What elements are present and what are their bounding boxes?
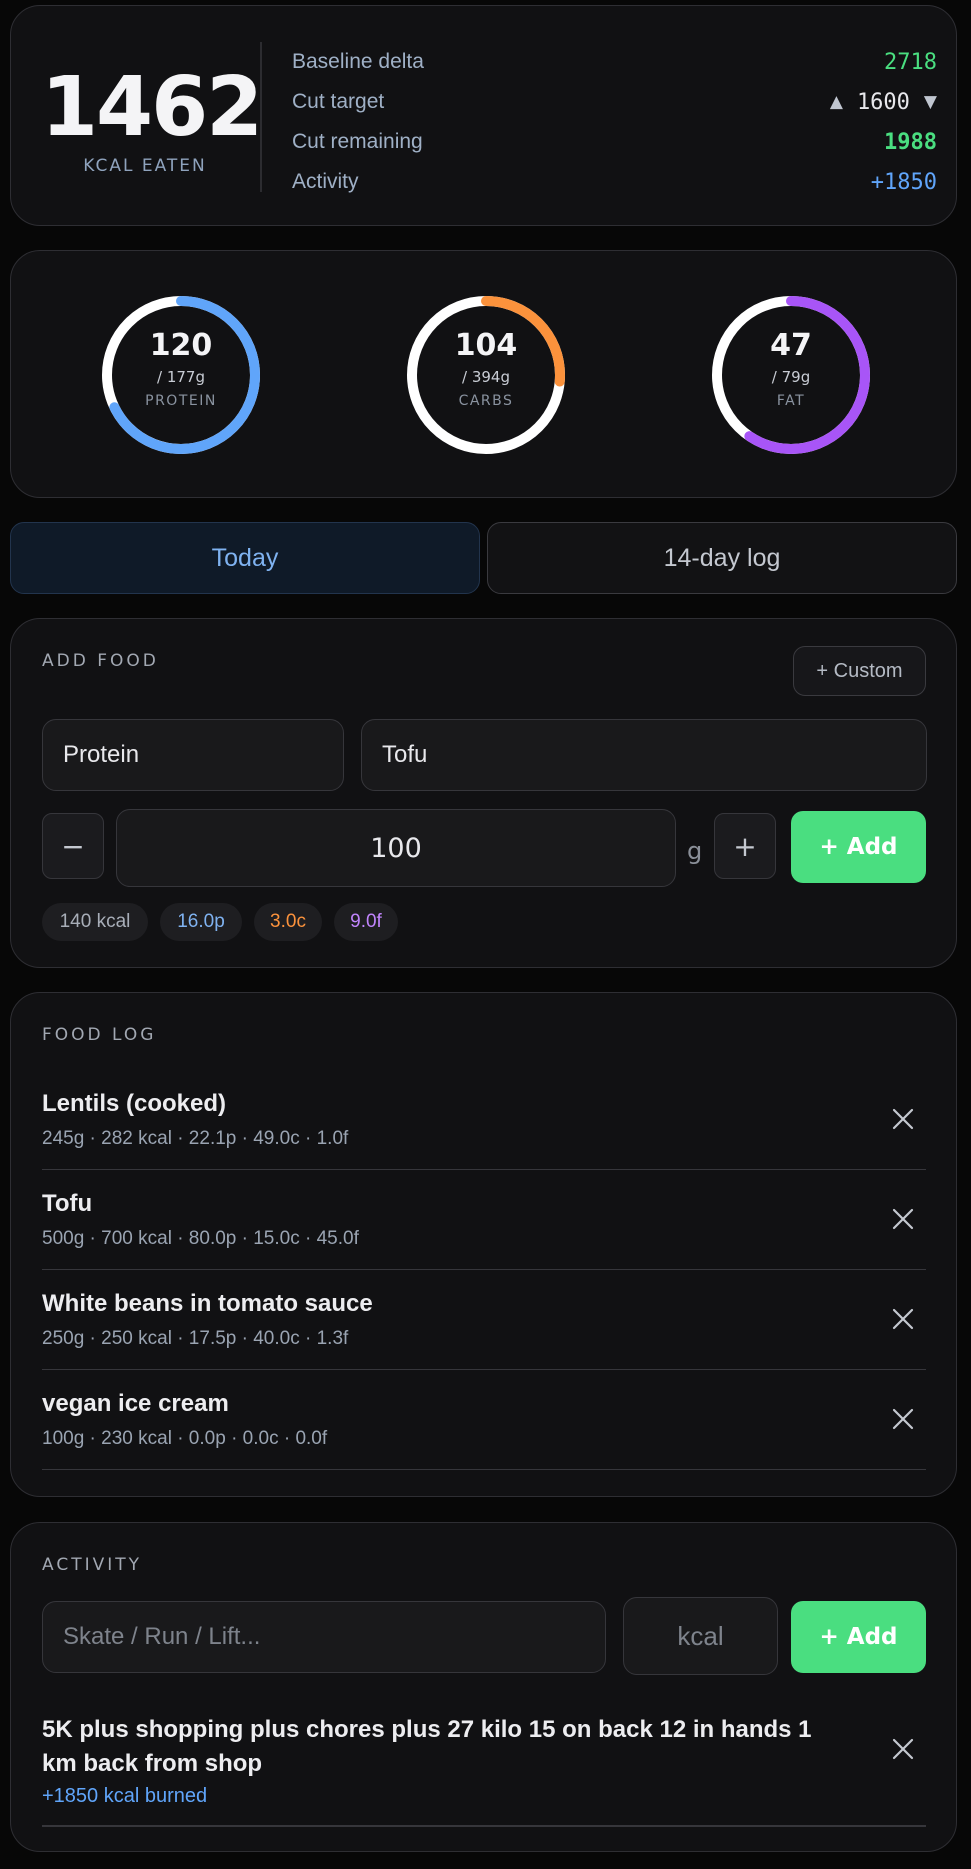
activity-row: Activity +1850 [292, 164, 937, 200]
cut-target-label: Cut target [292, 90, 385, 113]
food-log-item-meta: 245g · 282 kcal · 22.1p · 49.0c · 1.0f [42, 1128, 349, 1149]
cut-target-stepper: ▲ 1600 ▼ [830, 90, 937, 115]
food-log-item: White beans in tomato sauce 250g · 250 k… [42, 1270, 926, 1370]
increase-grams-button[interactable]: + [714, 813, 776, 879]
activity-entry-name: 5K plus shopping plus chores plus 27 kil… [42, 1716, 812, 1777]
cut-remaining-value: 1988 [884, 129, 937, 155]
baseline-delta-label: Baseline delta [292, 50, 424, 73]
cut-remaining-label: Cut remaining [292, 130, 423, 153]
fat-chip: 9.0f [334, 903, 398, 941]
baseline-delta-row: Baseline delta 2718 [292, 44, 937, 80]
activity-divider [42, 1825, 926, 1827]
add-activity-button[interactable]: + Add [791, 1601, 926, 1673]
tab-14-day-log[interactable]: 14-day log [487, 522, 957, 594]
protein-label: PROTEIN [145, 393, 217, 409]
food-log-item-meta: 250g · 250 kcal · 17.5p · 40.0c · 1.3f [42, 1328, 349, 1349]
protein-value: 120 [149, 328, 213, 363]
activity-label: Activity [292, 170, 359, 193]
fat-goal: / 79g [771, 368, 811, 386]
food-log-item-name: Lentils (cooked) [42, 1090, 227, 1117]
add-food-button[interactable]: + Add [791, 811, 926, 883]
increase-target-icon[interactable]: ▲ [830, 92, 843, 112]
carbs-ring: 104 / 394g CARBS [404, 293, 568, 457]
close-icon[interactable] [892, 1408, 914, 1430]
kcal-eaten-label: KCAL EATEN [83, 156, 207, 176]
cut-target-value: 1600 [856, 89, 910, 115]
protein-ring: 120 / 177g PROTEIN [99, 293, 263, 457]
carbs-value: 104 [454, 328, 518, 363]
cut-remaining-row: Cut remaining 1988 [292, 124, 937, 160]
carbs-label: CARBS [458, 393, 514, 409]
activity-card: ACTIVITY Skate / Run / Lift... kcal + Ad… [10, 1522, 957, 1852]
grams-input[interactable]: 100 [116, 809, 676, 887]
food-log-item: vegan ice cream 100g · 230 kcal · 0.0p ·… [42, 1370, 926, 1470]
fat-ring: 47 / 79g FAT [709, 293, 873, 457]
activity-title: ACTIVITY [42, 1555, 143, 1575]
food-log-item-name: Tofu [42, 1190, 93, 1217]
close-icon[interactable] [892, 1308, 914, 1330]
food-log-item: Lentils (cooked) 245g · 282 kcal · 22.1p… [42, 1070, 926, 1170]
food-log-item: Tofu 500g · 700 kcal · 80.0p · 15.0c · 4… [42, 1170, 926, 1270]
custom-food-button[interactable]: + Custom [793, 646, 926, 696]
fat-label: FAT [776, 393, 806, 409]
activity-value: +1850 [870, 169, 937, 195]
cut-target-row: Cut target ▲ 1600 ▼ [292, 84, 937, 120]
macros-card: 120 / 177g PROTEIN 104 / 394g CARBS 47 /… [10, 250, 957, 498]
food-log-item-meta: 100g · 230 kcal · 0.0p · 0.0c · 0.0f [42, 1428, 328, 1449]
activity-entry-burned: +1850 kcal burned [42, 1785, 208, 1807]
protein-chip: 16.0p [160, 903, 242, 941]
food-log-title: FOOD LOG [42, 1025, 157, 1045]
close-icon[interactable] [892, 1208, 914, 1230]
close-icon[interactable] [892, 1108, 914, 1130]
food-log-item-meta: 500g · 700 kcal · 80.0p · 15.0c · 45.0f [42, 1228, 359, 1249]
summary-card: 1462 KCAL EATEN Baseline delta 2718 Cut … [10, 5, 957, 226]
tab-today[interactable]: Today [10, 522, 480, 594]
food-log-item-name: White beans in tomato sauce [42, 1290, 373, 1317]
close-icon[interactable] [892, 1738, 914, 1760]
carbs-goal: / 394g [462, 368, 510, 386]
grams-unit-label: g [687, 837, 703, 865]
category-select[interactable]: Protein [42, 719, 344, 791]
kcal-chip: 140 kcal [42, 903, 148, 941]
activity-kcal-input[interactable]: kcal [623, 1597, 778, 1675]
food-log-item-name: vegan ice cream [42, 1390, 229, 1417]
protein-goal: / 177g [157, 368, 205, 386]
summary-divider [260, 42, 262, 192]
food-select[interactable]: Tofu [361, 719, 927, 791]
fat-value: 47 [770, 328, 812, 363]
carbs-chip: 3.0c [254, 903, 322, 941]
baseline-delta-value: 2718 [884, 49, 937, 75]
activity-name-input[interactable]: Skate / Run / Lift... [42, 1601, 606, 1673]
add-food-card: ADD FOOD + Custom Protein Tofu − 100 g +… [10, 618, 957, 968]
decrease-target-icon[interactable]: ▼ [924, 92, 937, 112]
add-food-title: ADD FOOD [42, 651, 159, 671]
decrease-grams-button[interactable]: − [42, 813, 104, 879]
kcal-eaten-value: 1462 [41, 60, 263, 155]
food-log-card: FOOD LOG Lentils (cooked) 245g · 282 kca… [10, 992, 957, 1497]
